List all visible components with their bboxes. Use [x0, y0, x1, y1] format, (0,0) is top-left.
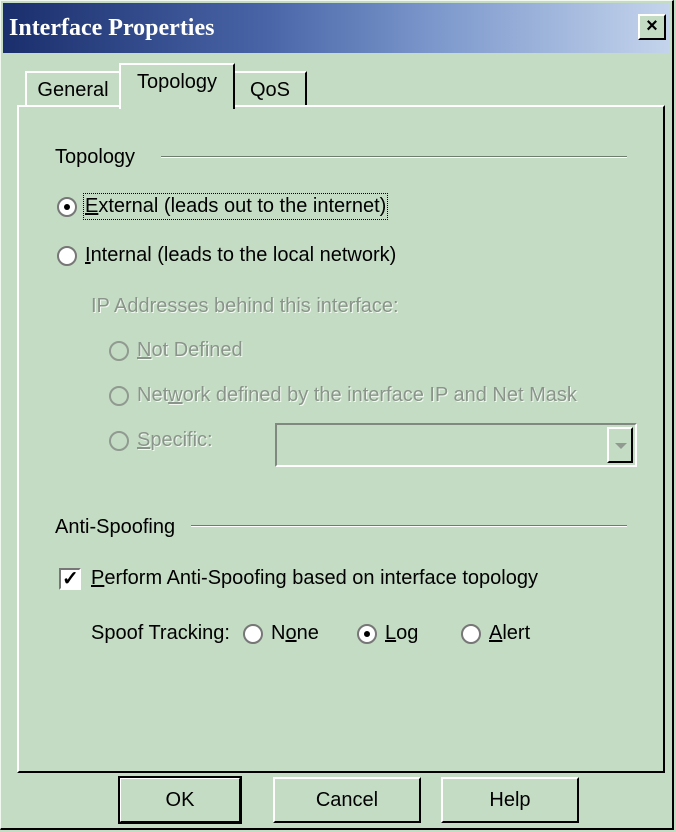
radio-network-defined[interactable]: Network defined by the interface IP and …: [109, 384, 577, 407]
interface-properties-dialog: Interface Properties × General Topology …: [0, 0, 674, 830]
dialog-title: Interface Properties: [9, 15, 215, 41]
radio-network-defined-button[interactable]: [109, 385, 129, 406]
tab-qos[interactable]: QoS: [233, 71, 307, 105]
help-button[interactable]: Help: [441, 777, 579, 823]
radio-tracking-alert-label: Alert: [489, 622, 531, 644]
radio-not-defined-label: Not Defined: [137, 339, 243, 361]
antispoofing-group-line: [191, 525, 627, 527]
radio-tracking-none-button[interactable]: [243, 623, 263, 644]
radio-internal[interactable]: Internal (leads to the local network): [57, 244, 396, 267]
radio-tracking-log-label: Log: [385, 622, 419, 644]
tab-general[interactable]: General: [25, 71, 121, 105]
ip-addresses-label: IP Addresses behind this interface:: [91, 295, 399, 317]
ok-button[interactable]: OK: [118, 776, 242, 824]
perform-antispoofing-label: Perform Anti-Spoofing based on interface…: [91, 567, 538, 589]
radio-tracking-log-button[interactable]: [357, 623, 377, 644]
radio-external[interactable]: External (leads out to the internet): [57, 193, 389, 220]
topology-group-label: Topology: [55, 146, 136, 168]
radio-specific-button[interactable]: [109, 430, 129, 451]
radio-tracking-log[interactable]: Log: [357, 622, 418, 645]
specific-dropdown[interactable]: [275, 423, 637, 467]
close-icon: ×: [646, 15, 658, 37]
radio-specific[interactable]: Specific:: [109, 429, 213, 452]
radio-external-button[interactable]: [57, 196, 77, 217]
radio-not-defined-button[interactable]: [109, 340, 129, 361]
cancel-button[interactable]: Cancel: [273, 777, 421, 823]
radio-tracking-none[interactable]: None: [243, 622, 319, 645]
perform-antispoofing-checkbox[interactable]: [59, 566, 81, 591]
radio-tracking-alert[interactable]: Alert: [461, 622, 530, 645]
checkbox-perform-antispoofing[interactable]: Perform Anti-Spoofing based on interface…: [59, 566, 538, 591]
radio-network-defined-label: Network defined by the interface IP and …: [137, 384, 577, 406]
tab-topology[interactable]: Topology: [119, 63, 235, 109]
radio-external-label: External (leads out to the internet): [82, 193, 389, 220]
radio-internal-label: Internal (leads to the local network): [85, 244, 397, 266]
close-button[interactable]: ×: [638, 14, 666, 40]
spoof-tracking-label: Spoof Tracking:: [91, 622, 230, 644]
radio-specific-label: Specific:: [137, 429, 213, 451]
antispoofing-group-label: Anti-Spoofing: [55, 516, 176, 538]
topology-group-line: [161, 156, 627, 158]
radio-tracking-alert-button[interactable]: [461, 623, 481, 644]
radio-internal-button[interactable]: [57, 245, 77, 266]
radio-not-defined[interactable]: Not Defined: [109, 339, 243, 362]
radio-tracking-none-label: None: [271, 622, 319, 644]
title-bar[interactable]: Interface Properties ×: [3, 3, 670, 53]
chevron-down-icon[interactable]: [607, 427, 633, 463]
